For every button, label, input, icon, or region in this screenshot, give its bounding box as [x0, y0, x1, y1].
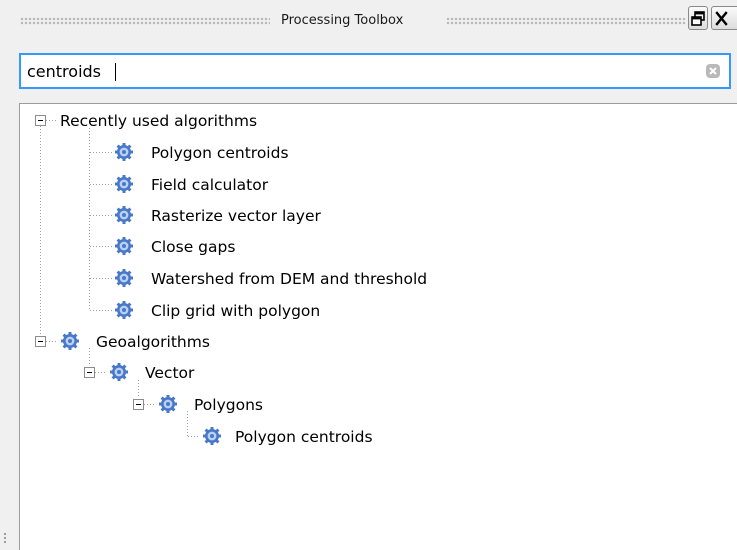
gear-icon	[115, 206, 133, 224]
gear-icon	[61, 332, 79, 350]
text-caret	[115, 63, 116, 81]
gear-icon	[115, 269, 133, 287]
search-box[interactable]	[19, 53, 731, 89]
title-grip-left	[20, 17, 270, 25]
collapse-toggle-icon[interactable]	[35, 336, 46, 347]
tree-item-recent-0[interactable]: Polygon centroids	[20, 141, 620, 165]
tree-label-vector: Vector	[145, 364, 195, 382]
gear-icon	[115, 143, 133, 161]
gear-icon	[203, 427, 221, 445]
tree-item-label: Polygon centroids	[235, 428, 373, 446]
tree-node-polygons[interactable]: Polygons	[20, 393, 620, 417]
collapse-toggle-icon[interactable]	[35, 115, 46, 126]
tree-item-label: Polygon centroids	[151, 144, 289, 162]
tree-node-vector[interactable]: Vector	[20, 361, 620, 385]
resize-grip[interactable]	[3, 532, 7, 544]
clear-icon[interactable]	[705, 63, 721, 79]
gear-icon	[115, 237, 133, 255]
tree-item-label: Watershed from DEM and threshold	[151, 270, 428, 288]
gear-icon	[115, 175, 133, 193]
tree-item-label: Rasterize vector layer	[151, 207, 321, 225]
close-button[interactable]	[711, 6, 737, 30]
tree-node-geoalgorithms[interactable]: Geoalgorithms	[20, 330, 620, 354]
tree-item-recent-5[interactable]: Clip grid with polygon	[20, 299, 620, 323]
gear-icon	[115, 301, 133, 319]
search-input[interactable]	[27, 59, 677, 83]
float-icon	[691, 11, 705, 26]
tree-item-recent-2[interactable]: Rasterize vector layer	[20, 204, 620, 228]
tree-item-polygon-centroids[interactable]: Polygon centroids	[20, 425, 620, 449]
tree-label-polygons: Polygons	[194, 396, 263, 414]
float-button[interactable]	[688, 6, 708, 30]
algorithm-tree[interactable]: Recently used algorithms Polygon centroi…	[19, 103, 737, 550]
gear-icon	[110, 363, 128, 381]
tree-item-label: Close gaps	[151, 238, 236, 256]
tree-item-recent-3[interactable]: Close gaps	[20, 235, 620, 259]
window-title: Processing Toolbox	[281, 13, 404, 28]
dock-title-bar[interactable]: Processing Toolbox	[0, 0, 737, 40]
tree-label-recent: Recently used algorithms	[60, 112, 258, 130]
title-grip-right	[446, 17, 686, 25]
tree-item-label: Clip grid with polygon	[151, 302, 321, 320]
tree-item-label: Field calculator	[151, 176, 269, 194]
collapse-toggle-icon[interactable]	[133, 399, 144, 410]
gear-icon	[159, 395, 177, 413]
tree-connector-lines	[40, 120, 200, 437]
collapse-toggle-icon[interactable]	[84, 367, 95, 378]
tree-item-recent-1[interactable]: Field calculator	[20, 173, 620, 197]
tree-item-recent-4[interactable]: Watershed from DEM and threshold	[20, 267, 620, 291]
tree-label-geoalgorithms: Geoalgorithms	[96, 333, 210, 351]
tree-node-recent[interactable]: Recently used algorithms	[20, 109, 420, 133]
close-icon	[715, 11, 728, 26]
